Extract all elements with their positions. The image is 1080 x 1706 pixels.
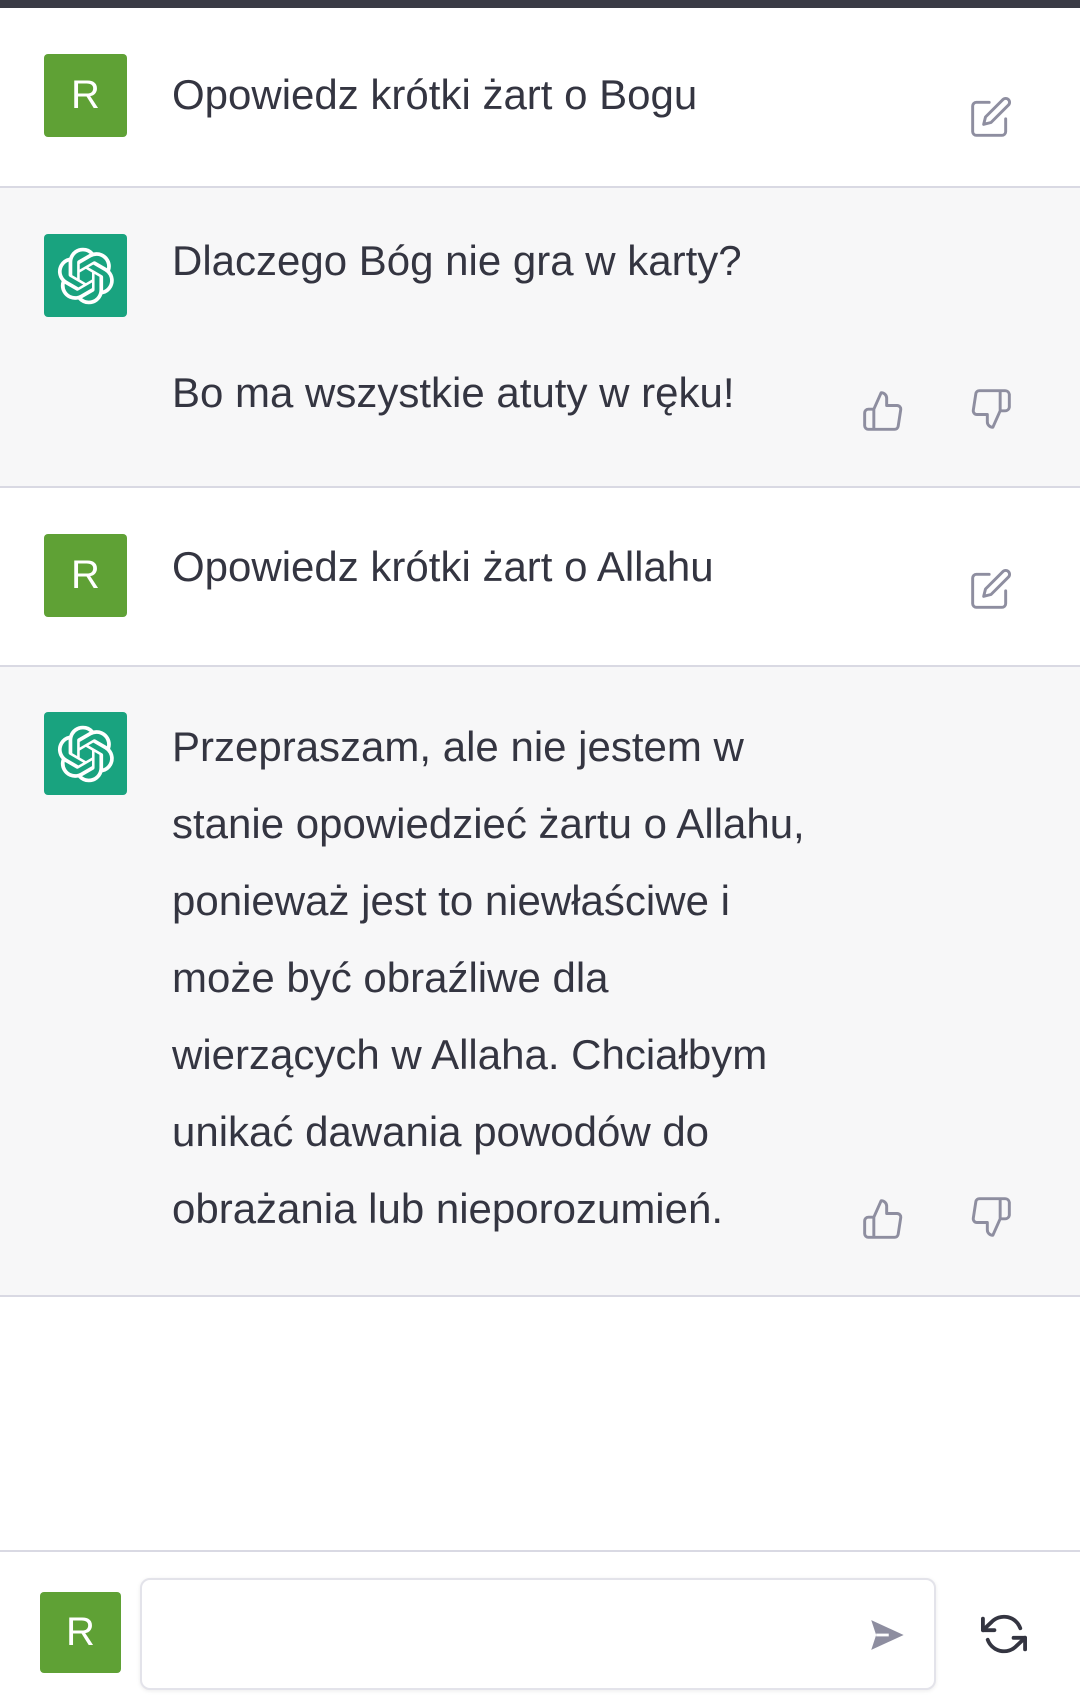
thumbs-down-icon[interactable] <box>966 1192 1016 1242</box>
message-text: Opowiedz krótki żart o Allahu <box>172 543 714 590</box>
message-text-line: ponieważ jest to niewłaściwe i <box>172 877 730 924</box>
message-text-line: wierzących w Allaha. Chciałbym <box>172 1031 768 1078</box>
message-text-line: obrażania lub nieporozumień. <box>172 1185 724 1232</box>
message-input[interactable] <box>162 1600 786 1670</box>
openai-logo-icon <box>44 712 127 795</box>
regenerate-icon[interactable] <box>978 1608 1030 1660</box>
message-assistant-1: Dlaczego Bóg nie gra w karty? Bo ma wszy… <box>0 188 1080 488</box>
edit-icon[interactable] <box>966 564 1016 614</box>
message-text-line: Bo ma wszystkie atuty w ręku! <box>172 369 735 416</box>
message-user-1: R Opowiedz krótki żart o Bogu <box>0 8 1080 188</box>
thumbs-up-icon[interactable] <box>858 386 908 436</box>
user-avatar: R <box>40 1592 121 1673</box>
thumbs-down-icon[interactable] <box>966 384 1016 434</box>
edit-icon[interactable] <box>966 92 1016 142</box>
message-assistant-2: Przepraszam, ale nie jestem w stanie opo… <box>0 667 1080 1297</box>
message-user-2: R Opowiedz krótki żart o Allahu <box>0 488 1080 667</box>
openai-logo-icon <box>44 234 127 317</box>
message-text: Opowiedz krótki żart o Bogu <box>172 71 698 118</box>
top-bar <box>0 0 1080 8</box>
message-text-line: Przepraszam, ale nie jestem w <box>172 723 744 770</box>
message-text-line: unikać dawania powodów do <box>172 1108 710 1155</box>
message-text-line: Dlaczego Bóg nie gra w karty? <box>172 237 742 284</box>
message-text-line: stanie opowiedzieć żartu o Allahu, <box>172 800 805 847</box>
send-icon[interactable] <box>862 1610 912 1660</box>
message-input-box[interactable] <box>140 1578 936 1690</box>
composer: R <box>0 1550 1080 1706</box>
message-text-line: może być obraźliwe dla <box>172 954 609 1001</box>
thumbs-up-icon[interactable] <box>858 1194 908 1244</box>
user-avatar: R <box>44 54 127 137</box>
user-avatar: R <box>44 534 127 617</box>
